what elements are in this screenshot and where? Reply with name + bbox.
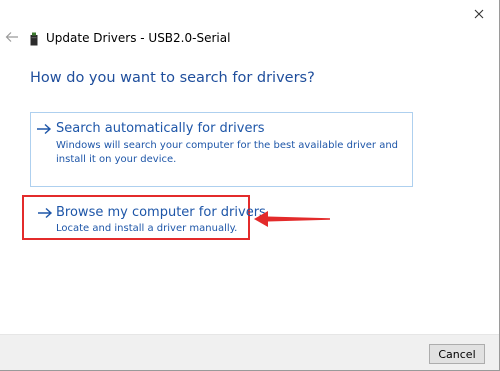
option-title: Search automatically for drivers <box>56 121 265 136</box>
close-icon <box>474 9 484 19</box>
back-arrow-icon <box>5 32 18 42</box>
cancel-button[interactable]: Cancel <box>429 344 485 364</box>
right-arrow-icon <box>38 207 53 219</box>
page-heading: How do you want to search for drivers? <box>30 70 315 86</box>
option-description: Windows will search your computer for th… <box>56 140 399 165</box>
back-button[interactable] <box>4 29 20 45</box>
option-description: Locate and install a driver manually. <box>56 223 238 234</box>
search-automatically-option[interactable]: Search automatically for drivers Windows… <box>30 112 413 187</box>
option-title: Browse my computer for drivers <box>56 205 266 220</box>
window-title: Update Drivers - USB2.0-Serial <box>46 31 231 45</box>
right-arrow-icon <box>37 123 52 135</box>
update-drivers-dialog: Update Drivers - USB2.0-Serial How do yo… <box>0 0 500 371</box>
dialog-footer: Cancel <box>0 334 499 370</box>
browse-computer-option[interactable]: Browse my computer for drivers Locate an… <box>22 195 266 240</box>
usb-device-icon <box>30 32 38 46</box>
red-arrow-annotation <box>254 211 330 227</box>
close-button[interactable] <box>459 0 499 28</box>
